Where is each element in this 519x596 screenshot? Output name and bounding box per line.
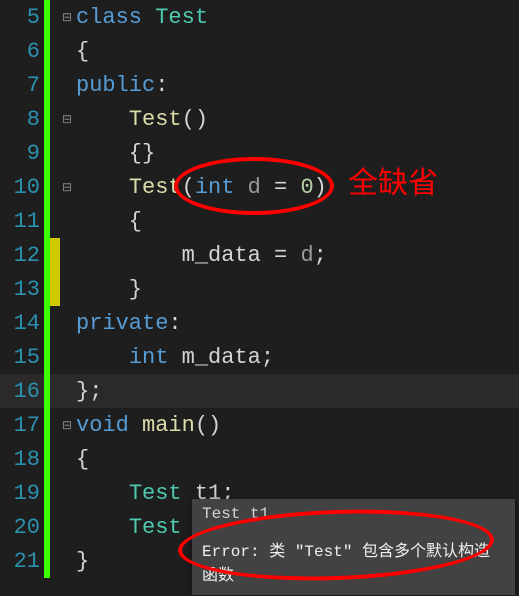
modification-marker xyxy=(50,170,60,204)
line-number: 18 xyxy=(0,447,44,472)
code-content[interactable]: private: xyxy=(74,311,182,336)
fold-icon xyxy=(60,306,74,340)
fold-icon[interactable]: ⊟ xyxy=(60,102,74,136)
fold-icon xyxy=(60,238,74,272)
code-content[interactable]: { xyxy=(74,39,89,64)
code-line[interactable]: 9 {} xyxy=(0,136,519,170)
fold-icon xyxy=(60,204,74,238)
code-line[interactable]: 17 ⊟void main() xyxy=(0,408,519,442)
fold-icon xyxy=(60,476,74,510)
code-content[interactable]: m_data = d; xyxy=(74,243,327,268)
fold-icon xyxy=(60,544,74,578)
modification-marker xyxy=(50,0,60,34)
code-content[interactable]: {} xyxy=(74,141,155,166)
line-number: 19 xyxy=(0,481,44,506)
modification-marker xyxy=(50,34,60,68)
line-number: 10 xyxy=(0,175,44,200)
fold-icon xyxy=(60,510,74,544)
code-line[interactable]: 15 int m_data; xyxy=(0,340,519,374)
modification-marker xyxy=(50,510,60,544)
code-content[interactable]: int m_data; xyxy=(74,345,274,370)
line-number: 13 xyxy=(0,277,44,302)
modification-marker xyxy=(50,204,60,238)
code-content[interactable]: } xyxy=(74,277,142,302)
modification-marker xyxy=(50,306,60,340)
code-line[interactable]: 10 ⊟ Test(int d = 0) xyxy=(0,170,519,204)
code-content[interactable]: } xyxy=(74,549,89,574)
tooltip-signature: Test t1 xyxy=(202,505,505,523)
code-line[interactable]: 13 } xyxy=(0,272,519,306)
line-number: 16 xyxy=(0,379,44,404)
fold-icon[interactable]: ⊟ xyxy=(60,408,74,442)
modification-marker xyxy=(50,476,60,510)
fold-icon xyxy=(60,374,74,408)
modification-marker xyxy=(50,136,60,170)
fold-icon[interactable]: ⊟ xyxy=(60,170,74,204)
code-line[interactable]: 7 public: xyxy=(0,68,519,102)
line-number: 21 xyxy=(0,549,44,574)
code-line[interactable]: 6{ xyxy=(0,34,519,68)
code-content[interactable]: }; xyxy=(74,379,102,404)
code-editor[interactable]: 5⊟class Test6{7public:8⊟ Test()9 {}10⊟ T… xyxy=(0,0,519,585)
line-number: 7 xyxy=(0,73,44,98)
code-line[interactable]: 11 { xyxy=(0,204,519,238)
line-number: 20 xyxy=(0,515,44,540)
modification-marker xyxy=(50,340,60,374)
line-number: 15 xyxy=(0,345,44,370)
fold-icon xyxy=(60,442,74,476)
line-number: 5 xyxy=(0,5,44,30)
line-number: 9 xyxy=(0,141,44,166)
code-line[interactable]: 14 private: xyxy=(0,306,519,340)
tooltip-error-message: Error: 类 "Test" 包含多个默认构造函数 xyxy=(202,537,505,585)
error-tooltip: Test t1 Error: 类 "Test" 包含多个默认构造函数 xyxy=(192,499,515,595)
fold-icon xyxy=(60,34,74,68)
code-line[interactable]: 12 m_data = d; xyxy=(0,238,519,272)
modification-marker xyxy=(50,544,60,578)
line-number: 14 xyxy=(0,311,44,336)
code-line[interactable]: 8 ⊟ Test() xyxy=(0,102,519,136)
code-content[interactable]: { xyxy=(74,447,89,472)
code-content[interactable]: Test() xyxy=(74,107,208,132)
modification-marker xyxy=(50,102,60,136)
modification-marker xyxy=(50,238,60,272)
code-content[interactable]: Test xyxy=(74,515,195,540)
line-number: 11 xyxy=(0,209,44,234)
fold-icon[interactable]: ⊟ xyxy=(60,0,74,34)
modification-marker xyxy=(50,272,60,306)
line-number: 17 xyxy=(0,413,44,438)
code-line[interactable]: 5 ⊟class Test xyxy=(0,0,519,34)
fold-icon xyxy=(60,272,74,306)
code-content[interactable]: void main() xyxy=(74,413,221,438)
annotation-label: 全缺省 xyxy=(348,158,438,202)
line-number: 8 xyxy=(0,107,44,132)
code-content[interactable]: { xyxy=(74,209,142,234)
code-content[interactable]: public: xyxy=(74,73,168,98)
fold-icon xyxy=(60,340,74,374)
modification-marker xyxy=(50,68,60,102)
fold-icon xyxy=(60,68,74,102)
line-number: 6 xyxy=(0,39,44,64)
code-line[interactable]: 18 { xyxy=(0,442,519,476)
code-content[interactable]: Test(int d = 0) xyxy=(74,175,327,200)
modification-marker xyxy=(50,408,60,442)
code-content[interactable]: class Test xyxy=(74,5,208,30)
modification-marker xyxy=(50,442,60,476)
line-number: 12 xyxy=(0,243,44,268)
code-line[interactable]: 16}; xyxy=(0,374,519,408)
fold-icon xyxy=(60,136,74,170)
modification-marker xyxy=(50,374,60,408)
